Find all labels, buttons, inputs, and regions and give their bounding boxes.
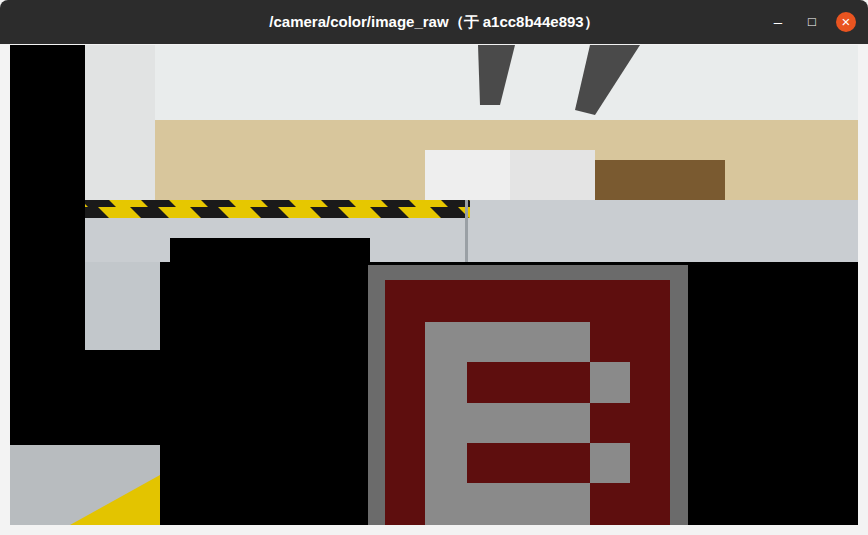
- image-area: [0, 44, 868, 525]
- desktop: /camera/color/image_raw（于 a1cc8b44e893）–…: [0, 0, 868, 535]
- title-bar[interactable]: /camera/color/image_raw（于 a1cc8b44e893）–…: [0, 0, 868, 44]
- minimize-button[interactable]: –: [768, 11, 788, 34]
- maximize-button[interactable]: □: [802, 12, 822, 32]
- close-button[interactable]: ×: [836, 12, 856, 32]
- camera-image: [10, 45, 858, 525]
- window-title: /camera/color/image_raw（于 a1cc8b44e893）: [112, 11, 756, 34]
